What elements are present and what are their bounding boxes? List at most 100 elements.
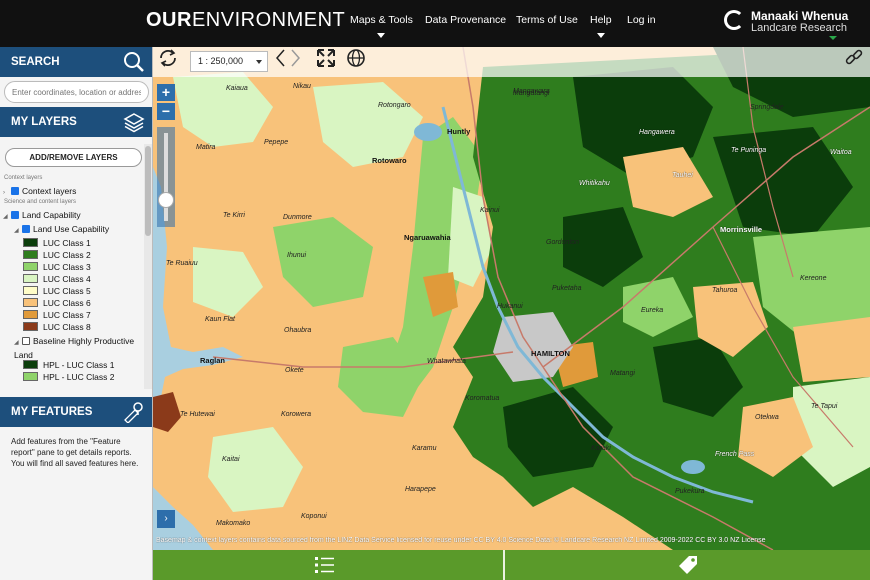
- place-label: Te Puninga: [731, 147, 767, 154]
- place-label: Koromatua: [465, 395, 500, 402]
- forward-arrow-icon[interactable]: [288, 47, 302, 69]
- legend-swatch: [23, 262, 38, 271]
- layers-icon: [123, 113, 145, 133]
- search-input[interactable]: [4, 81, 149, 103]
- place-label: Raglan: [200, 356, 226, 365]
- layers-scrollbar[interactable]: [144, 144, 152, 389]
- legend-label: LUC Class 5: [43, 286, 91, 296]
- layer-checkbox[interactable]: [22, 337, 30, 345]
- zoom-slider[interactable]: [157, 127, 175, 227]
- place-label: Karamu: [412, 445, 437, 452]
- globe-icon[interactable]: [345, 47, 367, 69]
- org-subtitle: Landcare Research: [751, 22, 848, 34]
- place-label: Tauhei: [672, 172, 693, 179]
- place-label: Karaki: [591, 445, 611, 452]
- layer-land-capability[interactable]: ◢ Land Capability: [3, 210, 81, 220]
- nav-label: Help: [590, 14, 612, 26]
- collapse-icon[interactable]: ◢: [14, 337, 22, 349]
- place-label: Pepepe: [264, 139, 289, 146]
- layer-baseline-hpl[interactable]: ◢ Baseline Highly Productive Land: [14, 335, 139, 361]
- layer-checkbox[interactable]: [22, 225, 30, 233]
- place-label: Te Ruaiuu: [166, 260, 198, 267]
- nav-log-in[interactable]: Log in: [627, 14, 656, 26]
- place-label: Kaiaua: [226, 85, 248, 92]
- place-label: Koponui: [301, 513, 327, 520]
- place-label: Matira: [196, 144, 216, 151]
- place-label: Makomako: [216, 520, 251, 527]
- place-label: HAMILTON: [531, 349, 570, 358]
- layer-context[interactable]: › Context layers: [3, 186, 76, 196]
- place-label: French Pass: [715, 451, 755, 458]
- org-name[interactable]: Manaaki Whenua: [751, 9, 848, 23]
- list-icon[interactable]: [313, 554, 335, 576]
- layer-checkbox[interactable]: [11, 211, 19, 219]
- place-label: Dunmore: [283, 214, 312, 221]
- place-label: Korowera: [281, 411, 311, 418]
- legend-label: HPL - LUC Class 2: [43, 372, 115, 382]
- chevron-down-icon: [377, 33, 386, 38]
- legend-swatch: [23, 298, 38, 307]
- nav-label: Terms of Use: [516, 14, 578, 26]
- features-panel-header[interactable]: MY FEATURES: [0, 397, 152, 427]
- scale-select[interactable]: 1 : 250,000: [190, 51, 268, 72]
- legend-label: LUC Class 8: [43, 322, 91, 332]
- back-arrow-icon[interactable]: [274, 47, 288, 69]
- scale-value: 1 : 250,000: [198, 56, 244, 66]
- legend-swatch: [23, 372, 38, 381]
- section-label-science: Science and content layers: [4, 199, 77, 205]
- legend-item: HPL - LUC Class 2: [23, 372, 114, 382]
- place-label: Te Hutewai: [180, 411, 215, 418]
- layer-label: Context layers: [22, 186, 77, 196]
- features-panel-title: MY FEATURES: [11, 406, 93, 418]
- expand-icon[interactable]: ›: [3, 190, 11, 196]
- place-label: Ohaubra: [284, 327, 312, 334]
- scrollbar-thumb[interactable]: [145, 146, 151, 236]
- nav-data-provenance[interactable]: Data Provenance: [425, 14, 506, 26]
- collapse-icon[interactable]: ◢: [3, 213, 11, 220]
- layers-panel-title: MY LAYERS: [11, 116, 77, 128]
- legend-item: HPL - LUC Class 1: [23, 360, 114, 370]
- zoom-out-button[interactable]: −: [157, 103, 175, 120]
- legend-label: HPL - LUC Class 1: [43, 360, 115, 370]
- legend-label: LUC Class 7: [43, 310, 91, 320]
- place-label: Whatawhata: [427, 358, 466, 365]
- place-label: Te Tapui: [811, 403, 838, 410]
- layer-checkbox[interactable]: [11, 187, 19, 195]
- add-remove-layers-button[interactable]: ADD/REMOVE LAYERS: [5, 148, 142, 167]
- expand-overview-button[interactable]: ›: [157, 510, 175, 528]
- legend-item: LUC Class 4: [23, 274, 91, 284]
- search-icon[interactable]: [123, 51, 145, 73]
- nav-maps-tools[interactable]: Maps & Tools: [350, 14, 413, 38]
- nav-terms-of-use[interactable]: Terms of Use: [516, 14, 578, 26]
- legend-label: LUC Class 6: [43, 298, 91, 308]
- place-label: Okete: [285, 367, 304, 374]
- search-panel-header[interactable]: SEARCH: [0, 47, 152, 77]
- nav-help[interactable]: Help: [590, 14, 612, 38]
- place-label: Harapepe: [405, 486, 436, 493]
- map-toolbar: 1 : 250,000: [153, 47, 870, 77]
- refresh-icon[interactable]: [157, 47, 179, 69]
- brand-bold-text: OUR: [146, 9, 192, 31]
- legend-label: LUC Class 2: [43, 250, 91, 260]
- manaaki-whenua-logo-icon: [724, 10, 744, 30]
- zoom-slider-handle[interactable]: [158, 192, 174, 208]
- legend-swatch: [23, 360, 38, 369]
- search-panel-title: SEARCH: [11, 56, 60, 68]
- site-logo[interactable]: OURENVIRONMENT: [146, 9, 345, 32]
- fullscreen-icon[interactable]: [315, 47, 337, 69]
- zoom-in-button[interactable]: +: [157, 84, 175, 101]
- link-icon[interactable]: [843, 47, 865, 69]
- place-label: Puketaha: [552, 285, 582, 292]
- collapse-icon[interactable]: ◢: [14, 227, 22, 234]
- layers-panel-header[interactable]: MY LAYERS: [0, 107, 152, 137]
- place-label: Eureka: [641, 307, 664, 314]
- place-label: Rotowaro: [372, 156, 407, 165]
- tag-icon[interactable]: [677, 554, 699, 576]
- layer-land-use-capability[interactable]: ◢ Land Use Capability: [14, 224, 109, 234]
- legend-swatch: [23, 322, 38, 331]
- map-pin-ruler-icon: [124, 402, 143, 423]
- legend-swatch: [23, 274, 38, 283]
- map-canvas[interactable]: Kaiaua Mangatangi Nikau Rotongaro Mangaw…: [153, 47, 870, 550]
- layer-label: Land Use Capability: [33, 224, 110, 234]
- place-label: Whitikahu: [579, 180, 610, 187]
